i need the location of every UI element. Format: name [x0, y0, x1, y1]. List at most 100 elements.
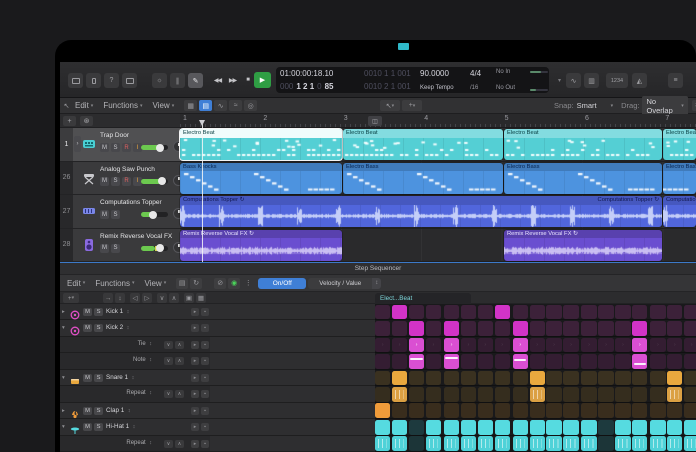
step-cell-snare-1-2[interactable] — [392, 371, 407, 386]
step-cell-snare-1-15[interactable] — [615, 371, 630, 386]
region-bass-knocks[interactable]: Bass Knocks — [180, 163, 342, 194]
step-cell-kick-2-7[interactable] — [478, 321, 493, 336]
step-cell-repeat-12[interactable] — [563, 387, 578, 402]
row-disclosure-icon[interactable]: ▸ — [62, 408, 65, 414]
step-cell-note-6[interactable] — [461, 354, 476, 369]
step-cell-repeat-5[interactable] — [444, 387, 459, 402]
subrow-stepper-icon[interactable]: ↕ — [148, 390, 152, 396]
row-rate-button[interactable]: ▸ — [191, 390, 199, 398]
step-cell-repeat-18[interactable] — [667, 436, 682, 451]
step-cell-clap-1-19[interactable] — [684, 403, 696, 418]
step-cell-clap-1-12[interactable] — [563, 403, 578, 418]
step-cell-hi-hat-1-4[interactable] — [426, 420, 441, 435]
editors-icon[interactable]: ✎ — [188, 73, 203, 88]
subrow-decrement-icon[interactable]: ∨ — [164, 357, 173, 365]
row-stepper-icon[interactable]: ↕ — [131, 424, 135, 430]
step-cell-repeat-9[interactable] — [513, 436, 528, 451]
track-name[interactable]: Analog Saw Punch — [100, 166, 155, 173]
menu-view[interactable]: View▾ — [153, 101, 175, 110]
step-cell-repeat-19[interactable] — [684, 436, 696, 451]
step-cell-repeat-11[interactable] — [546, 387, 561, 402]
row-options-button[interactable]: ▪ — [201, 341, 209, 349]
row-stepper-icon[interactable]: ↕ — [126, 408, 130, 414]
step-cell-kick-2-16[interactable] — [632, 321, 647, 336]
step-cell-repeat-15[interactable] — [615, 387, 630, 402]
step-cell-repeat-10[interactable] — [530, 387, 545, 402]
step-cell-tie-3[interactable]: › — [409, 338, 424, 353]
volume-knob[interactable] — [149, 211, 157, 219]
step-cell-clap-1-7[interactable] — [478, 403, 493, 418]
row-name[interactable]: Snare 1 ↕ — [106, 374, 134, 381]
row-rate-button[interactable]: ▸ — [191, 308, 199, 316]
seq-onoff-button[interactable]: On/Off — [258, 278, 306, 289]
step-cell-kick-2-17[interactable] — [650, 321, 665, 336]
menu-functions[interactable]: Functions▾ — [103, 101, 142, 110]
step-cell-kick-2-10[interactable] — [530, 321, 545, 336]
seq-row-header[interactable]: Tie ↕∨∧▸▪ — [60, 337, 210, 352]
seq-transpose-up-icon[interactable]: ∧ — [169, 293, 179, 303]
arrangement-canvas[interactable]: Electro BeatElectro BeatElectro BeatElec… — [180, 128, 696, 262]
back-icon[interactable]: ↖ — [60, 100, 73, 111]
row-options-button[interactable]: ▪ — [201, 357, 209, 365]
track-lane-1[interactable]: Electro BeatElectro BeatElectro BeatElec… — [180, 128, 696, 162]
step-cell-snare-1-9[interactable] — [513, 371, 528, 386]
step-cell-repeat-13[interactable] — [581, 436, 596, 451]
step-cell-repeat-1[interactable] — [375, 387, 390, 402]
pattern-tab[interactable]: Elect...Beat — [375, 293, 471, 304]
seq-add-row-button[interactable]: + ▾ — [63, 293, 79, 303]
step-cell-kick-1-15[interactable] — [615, 305, 630, 320]
step-cell-repeat-8[interactable] — [495, 436, 510, 451]
forward-icon[interactable]: ▶▶ — [225, 72, 240, 88]
bar-ruler[interactable]: ◫ 1234567 — [180, 114, 696, 128]
region-remix-reverse-vocal-fx[interactable]: Remix Reverse Vocal FX ↻ — [180, 230, 342, 261]
row-rate-button[interactable]: ▸ — [191, 423, 199, 431]
step-cell-repeat-7[interactable] — [478, 387, 493, 402]
subrow-increment-icon[interactable]: ∧ — [175, 341, 184, 349]
volume-knob[interactable] — [156, 144, 164, 152]
row-disclosure-icon[interactable]: ▸ — [62, 309, 65, 315]
step-cell-hi-hat-1-16[interactable] — [632, 420, 647, 435]
seq-updown-icon[interactable]: ↕ — [115, 293, 125, 303]
step-cell-repeat-8[interactable] — [495, 387, 510, 402]
subrow-increment-icon[interactable]: ∧ — [175, 357, 184, 365]
step-cell-kick-1-11[interactable] — [546, 305, 561, 320]
step-cell-repeat-16[interactable] — [632, 387, 647, 402]
step-cell-kick-1-14[interactable] — [598, 305, 613, 320]
track-solo-button[interactable]: S — [111, 244, 120, 253]
step-cell-note-2[interactable] — [392, 354, 407, 369]
subrow-decrement-icon[interactable]: ∨ — [164, 440, 173, 448]
step-cell-clap-1-5[interactable] — [444, 403, 459, 418]
step-cell-note-15[interactable] — [615, 354, 630, 369]
region-electro-beat[interactable]: Electro Beat — [343, 129, 503, 160]
step-cell-snare-1-3[interactable] — [409, 371, 424, 386]
step-cell-kick-1-1[interactable] — [375, 305, 390, 320]
step-cell-kick-2-11[interactable] — [546, 321, 561, 336]
row-stepper-icon[interactable]: ↕ — [125, 309, 129, 315]
track-mute-button[interactable]: M — [100, 244, 109, 253]
step-cell-clap-1-10[interactable] — [530, 403, 545, 418]
seq-menu-edit[interactable]: Edit▾ — [67, 279, 85, 288]
seq-row-header[interactable]: Repeat ↕∨∧▸▪ — [60, 436, 210, 451]
seq-menu-view[interactable]: View▾ — [145, 279, 167, 288]
region-electro-beat[interactable]: Electro Beat — [504, 129, 662, 160]
step-cell-kick-1-9[interactable] — [513, 305, 528, 320]
add-track-button[interactable]: + — [63, 116, 76, 126]
track-solo-button[interactable]: S — [111, 177, 120, 186]
seq-shift-icon[interactable]: → — [103, 293, 113, 303]
step-cell-tie-6[interactable]: › — [461, 338, 476, 353]
step-cell-snare-1-13[interactable] — [581, 371, 596, 386]
step-cell-snare-1-6[interactable] — [461, 371, 476, 386]
subrow-decrement-icon[interactable]: ∨ — [164, 341, 173, 349]
step-cell-repeat-7[interactable] — [478, 436, 493, 451]
step-cell-note-9[interactable] — [513, 354, 528, 369]
volume-slider[interactable] — [141, 212, 168, 217]
step-cell-repeat-14[interactable] — [598, 387, 613, 402]
count-in-button[interactable]: 1234 — [606, 73, 628, 88]
step-cell-kick-1-10[interactable] — [530, 305, 545, 320]
step-cell-repeat-3[interactable] — [409, 387, 424, 402]
seq-edit-mode-select[interactable]: Velocity / Value — [308, 278, 372, 289]
step-cell-tie-17[interactable]: › — [650, 338, 665, 353]
snap-select[interactable]: Smart▾ — [577, 101, 614, 110]
row-stepper-icon[interactable]: ↕ — [125, 325, 129, 331]
step-cell-hi-hat-1-11[interactable] — [546, 420, 561, 435]
